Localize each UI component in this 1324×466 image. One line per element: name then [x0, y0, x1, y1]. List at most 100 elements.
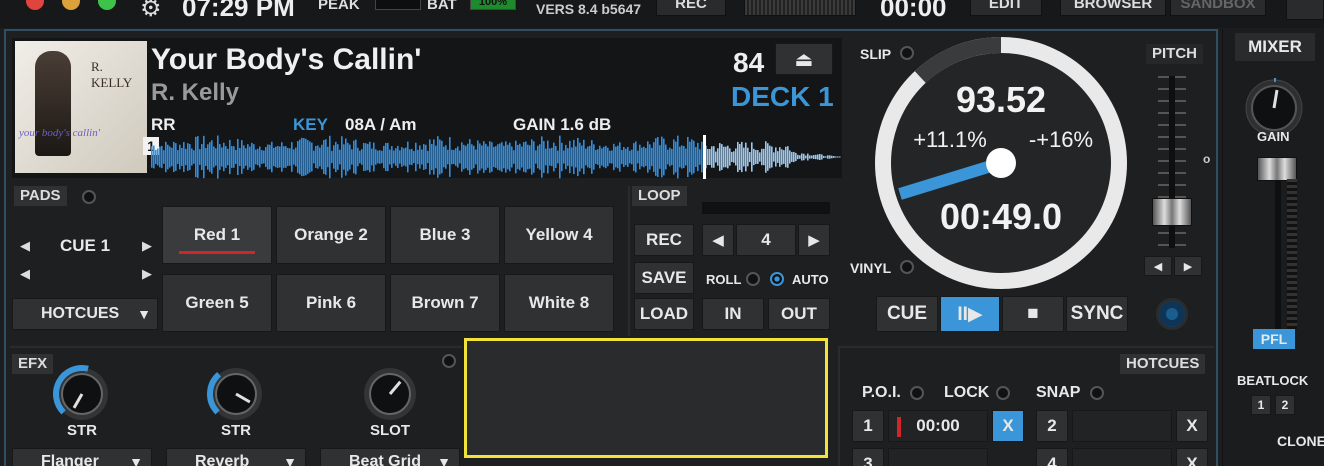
auto-toggle[interactable] [770, 272, 784, 286]
hotcue-pad-1[interactable]: Red 1 [162, 206, 272, 264]
efx-effect-dropdown-3[interactable]: Beat Grid ▼ [320, 448, 460, 466]
close-window-icon[interactable] [26, 0, 44, 10]
waveform-display[interactable] [151, 135, 841, 179]
hotcue-4-button[interactable]: 4 [1036, 448, 1068, 466]
hotcue-2-time[interactable] [1072, 410, 1172, 442]
loop-out-button[interactable]: OUT [768, 298, 830, 330]
cue-prev-arrow-icon[interactable]: ◀ [20, 238, 30, 254]
record-level-meter [744, 0, 856, 16]
efx-led-toggle[interactable] [442, 354, 456, 368]
efx-effect-dropdown-2[interactable]: Reverb ▼ [166, 448, 306, 466]
deck-control-icon[interactable] [1156, 298, 1188, 330]
sandbox-button[interactable]: SANDBOX [1170, 0, 1266, 16]
volume-meter [1287, 179, 1297, 329]
track-title: Your Body's Callin' [151, 43, 422, 76]
hotcue-2-delete-button[interactable]: X [1176, 410, 1208, 442]
hotcue-pad-4[interactable]: Yellow 4 [504, 206, 614, 264]
hotcue-4-time[interactable] [1072, 448, 1172, 466]
hotcue-pad-label: White 8 [528, 293, 590, 312]
hotcue-pad-5[interactable]: Green 5 [162, 274, 272, 332]
minimize-window-icon[interactable] [62, 0, 80, 10]
waveform-bars [151, 135, 841, 179]
dropdown-chevron-icon: ▼ [283, 454, 297, 466]
snap-toggle[interactable] [1090, 386, 1104, 400]
loop-size-up-button[interactable]: ▶ [798, 224, 830, 256]
roll-toggle[interactable] [746, 272, 760, 286]
cue-button[interactable]: CUE [876, 296, 938, 332]
settings-gear-icon[interactable]: ⚙ [140, 0, 162, 23]
pads-label: PADS [14, 186, 67, 206]
hotcue-1-time-value: 00:00 [916, 416, 960, 435]
highlighted-empty-area[interactable] [464, 338, 828, 458]
loop-load-button[interactable]: LOAD [634, 298, 694, 330]
pitch-fader-handle[interactable] [1152, 198, 1192, 226]
edit-button[interactable]: EDIT [970, 0, 1042, 16]
jog-bpm-value: 93.52 [956, 79, 1046, 120]
beatlock-label: BEATLOCK [1237, 373, 1309, 388]
lock-toggle[interactable] [996, 386, 1010, 400]
hotcue-1-delete-button[interactable]: X [992, 410, 1024, 442]
loop-label: LOOP [632, 186, 687, 206]
poi-toggle[interactable] [910, 386, 924, 400]
playhead-line [703, 135, 706, 179]
record-button[interactable]: REC [656, 0, 726, 16]
volume-fader-track [1275, 179, 1281, 329]
page-next-arrow-icon[interactable]: ▶ [142, 266, 152, 282]
peak-label: PEAK [318, 0, 360, 13]
hotcue-3-time[interactable] [888, 448, 988, 466]
efx-effect-dropdown-1[interactable]: Flanger ▼ [12, 448, 152, 466]
beatlock-1-button[interactable]: 1 [1251, 395, 1271, 415]
pad-color-underline [179, 251, 255, 254]
cue-next-arrow-icon[interactable]: ▶ [142, 238, 152, 254]
pfl-button[interactable]: PFL [1253, 329, 1295, 349]
efx-knob-1[interactable] [52, 364, 112, 424]
beatlock-2-button[interactable]: 2 [1275, 395, 1295, 415]
chevron-right-icon: ▶ [1183, 260, 1193, 273]
loop-save-button[interactable]: SAVE [634, 262, 694, 294]
eject-button[interactable]: ⏏ [775, 43, 833, 75]
sync-button[interactable]: SYNC [1066, 296, 1128, 332]
efx-knob-2[interactable] [206, 364, 266, 424]
roll-label: ROLL [706, 272, 742, 287]
battery-meter: 100% [470, 0, 516, 10]
pitch-bend-up-button[interactable]: ▶ [1174, 256, 1202, 276]
pitch-label: PITCH [1146, 44, 1203, 64]
hotcue-pad-label: Green 5 [185, 293, 249, 312]
pitch-bend-down-button[interactable]: ◀ [1144, 256, 1172, 276]
deck-bpm-short: 84 [733, 47, 765, 78]
hotcue-2-button[interactable]: 2 [1036, 410, 1068, 442]
hotcue-4-delete-button[interactable]: X [1176, 448, 1208, 466]
hotcue-pad-8[interactable]: White 8 [504, 274, 614, 332]
pitch-center-mark: o [1203, 152, 1211, 166]
hotcue-3-button[interactable]: 3 [852, 448, 884, 466]
browser-button[interactable]: BROWSER [1060, 0, 1166, 16]
hotcue-pad-6[interactable]: Pink 6 [276, 274, 386, 332]
hotcue-1-time[interactable]: 00:00 [888, 410, 988, 442]
rr-label: RR [151, 115, 176, 134]
play-pause-button[interactable]: II▶ [940, 296, 1000, 332]
maximize-window-icon[interactable] [98, 0, 116, 10]
hotcue-1-button[interactable]: 1 [852, 410, 884, 442]
hotcue-pad-3[interactable]: Blue 3 [390, 206, 500, 264]
lock-label: LOCK [944, 384, 990, 401]
loop-progress-bar [702, 202, 830, 214]
loop-rec-button[interactable]: REC [634, 224, 694, 256]
cover-caption-text: your body's callin' [19, 127, 101, 139]
dropdown-chevron-icon: ▼ [129, 454, 143, 466]
hotcue-pad-7[interactable]: Brown 7 [390, 274, 500, 332]
loop-in-button[interactable]: IN [702, 298, 764, 330]
loop-size-down-button[interactable]: ◀ [702, 224, 734, 256]
efx-label: EFX [12, 354, 54, 374]
pads-mode-dropdown[interactable]: HOTCUES ▼ [12, 298, 158, 330]
stop-button[interactable]: ■ [1002, 296, 1064, 332]
page-prev-arrow-icon[interactable]: ◀ [20, 266, 30, 282]
layout-grid-icon[interactable] [1286, 0, 1324, 20]
loop-size-value[interactable]: 4 [736, 224, 796, 256]
volume-fader-handle[interactable] [1257, 157, 1297, 181]
cover-figure [35, 51, 71, 156]
hotcue-pad-2[interactable]: Orange 2 [276, 206, 386, 264]
jog-wheel[interactable]: 93.52 +11.1% -+16% 00:49.0 [870, 32, 1132, 294]
efx-knob-3[interactable] [360, 364, 420, 424]
pads-led-toggle[interactable] [82, 190, 96, 204]
cover-artist-text: R. KELLY [91, 59, 133, 90]
